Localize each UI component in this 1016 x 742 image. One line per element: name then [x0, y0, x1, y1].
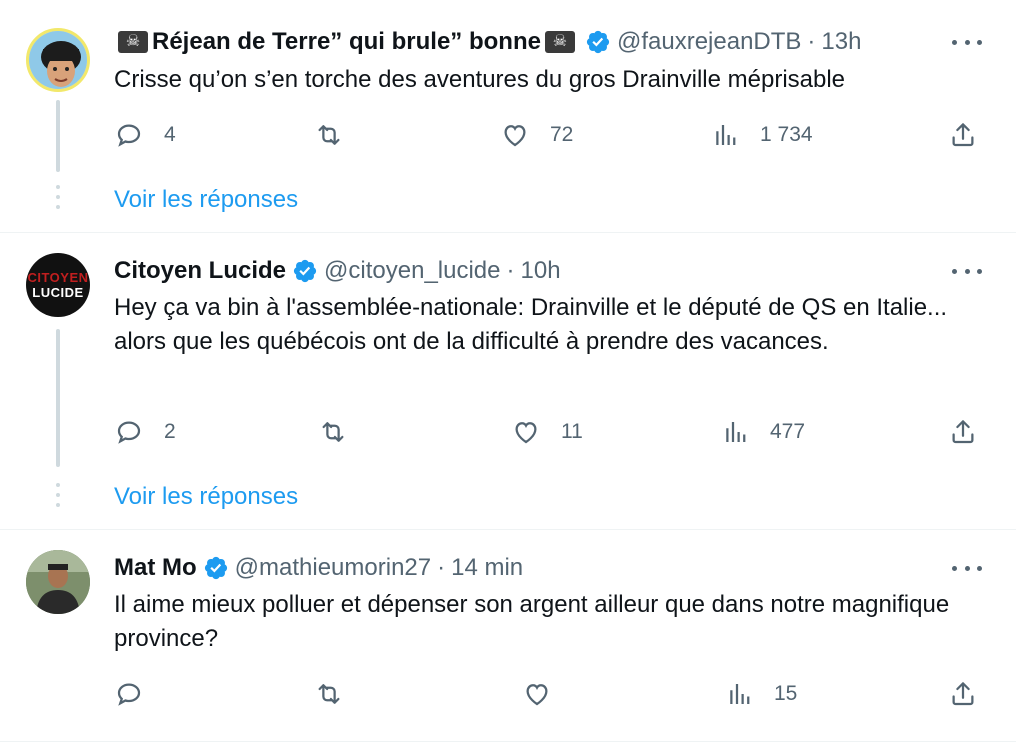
thread-dots [56, 483, 60, 507]
avatar[interactable] [26, 28, 90, 92]
retweet-button[interactable] [314, 120, 344, 150]
reply-button[interactable]: 4 [114, 120, 176, 150]
like-button[interactable] [522, 679, 552, 709]
handle[interactable]: @citoyen_lucide [324, 257, 500, 285]
heart-icon [515, 422, 537, 444]
action-bar: 2 11 477 [114, 417, 984, 447]
like-count: 11 [561, 420, 583, 443]
reply-icon [117, 421, 141, 444]
views-count: 477 [770, 420, 806, 443]
views-button[interactable]: 15 [724, 679, 797, 709]
show-replies-link[interactable]: Voir les réponses [114, 186, 298, 214]
like-button[interactable]: 72 [500, 120, 573, 150]
retweet-button[interactable] [318, 417, 348, 447]
display-name[interactable]: Réjean de Terre” qui brule” bonne [152, 28, 541, 56]
verified-badge-icon[interactable] [292, 258, 318, 284]
avatar-image [29, 31, 87, 89]
retweet-button[interactable] [314, 679, 344, 709]
tweet-text: Hey ça va bin à l'assemblée-nationale: D… [114, 294, 948, 355]
reply-button[interactable] [114, 679, 144, 709]
tweet-header: ☠ Réjean de Terre” qui brule” bonne ☠ @f… [114, 26, 861, 58]
views-icon [716, 125, 736, 145]
action-bar: 4 72 1 734 [114, 120, 984, 150]
share-icon [952, 682, 974, 706]
timestamp[interactable]: 10h [521, 257, 561, 285]
views-button[interactable]: 1 734 [710, 120, 813, 150]
avatar-image [26, 550, 90, 614]
avatar[interactable]: CITOYEN LUCIDE [26, 253, 90, 317]
views-count: 1 734 [760, 123, 813, 146]
share-button[interactable] [948, 679, 978, 709]
handle[interactable]: @fauxrejeanDTB [617, 28, 801, 56]
verified-badge-icon[interactable] [585, 29, 611, 55]
more-icon[interactable] [952, 261, 982, 281]
display-name[interactable]: Citoyen Lucide [114, 257, 286, 285]
reply-button[interactable]: 2 [114, 417, 176, 447]
thread-line [56, 100, 60, 172]
heart-icon [526, 684, 548, 706]
separator: · [807, 28, 816, 55]
like-count: 72 [550, 123, 574, 146]
views-button[interactable]: 477 [720, 417, 805, 447]
reply-count: 2 [164, 420, 176, 443]
share-button[interactable] [948, 417, 978, 447]
separator: · [437, 554, 446, 581]
retweet-icon [318, 684, 340, 704]
action-bar: 15 [114, 679, 984, 709]
reply-icon [117, 124, 141, 147]
tweet-2[interactable]: CITOYEN LUCIDE Citoyen Lucide @citoyen_l… [0, 233, 1016, 529]
handle[interactable]: @mathieumorin27 [235, 554, 431, 582]
tweet-text: Crisse qu’on s’en torche des aventures d… [114, 66, 846, 93]
share-icon [952, 123, 974, 147]
skull-flag-icon: ☠ [544, 31, 575, 53]
share-icon [952, 420, 974, 444]
thread-dots [56, 185, 60, 209]
retweet-icon [318, 125, 340, 145]
thread-line [56, 329, 60, 467]
share-button[interactable] [948, 120, 978, 150]
display-name[interactable]: Mat Mo [114, 554, 197, 582]
verified-badge-icon[interactable] [203, 555, 229, 581]
tweet-1[interactable]: ☠ Réjean de Terre” qui brule” bonne ☠ @f… [0, 0, 1016, 233]
more-icon[interactable] [952, 558, 982, 578]
separator: · [506, 257, 515, 284]
avatar[interactable] [26, 550, 90, 614]
tweet-header: Mat Mo @mathieumorin27 · 14 min [114, 552, 523, 584]
like-button[interactable]: 11 [511, 417, 583, 447]
more-icon[interactable] [952, 32, 982, 52]
reply-count: 4 [164, 123, 176, 146]
tweet-text: Il aime mieux polluer et dépenser son ar… [114, 591, 950, 652]
tweet-3[interactable]: Mat Mo @mathieumorin27 · 14 min Il aime … [0, 530, 1016, 742]
show-replies-link[interactable]: Voir les réponses [114, 483, 298, 511]
views-icon [730, 684, 750, 704]
views-icon [726, 422, 746, 442]
heart-icon [504, 125, 526, 147]
tweet-header: Citoyen Lucide @citoyen_lucide · 10h [114, 255, 561, 287]
retweet-icon [322, 422, 344, 442]
views-count: 15 [774, 682, 798, 705]
skull-flag-icon: ☠ [118, 31, 148, 53]
avatar-text: LUCIDE [32, 285, 84, 300]
reply-icon [117, 683, 141, 706]
timestamp[interactable]: 13h [821, 28, 861, 56]
timestamp[interactable]: 14 min [451, 554, 523, 582]
avatar-text: CITOYEN [27, 270, 89, 285]
